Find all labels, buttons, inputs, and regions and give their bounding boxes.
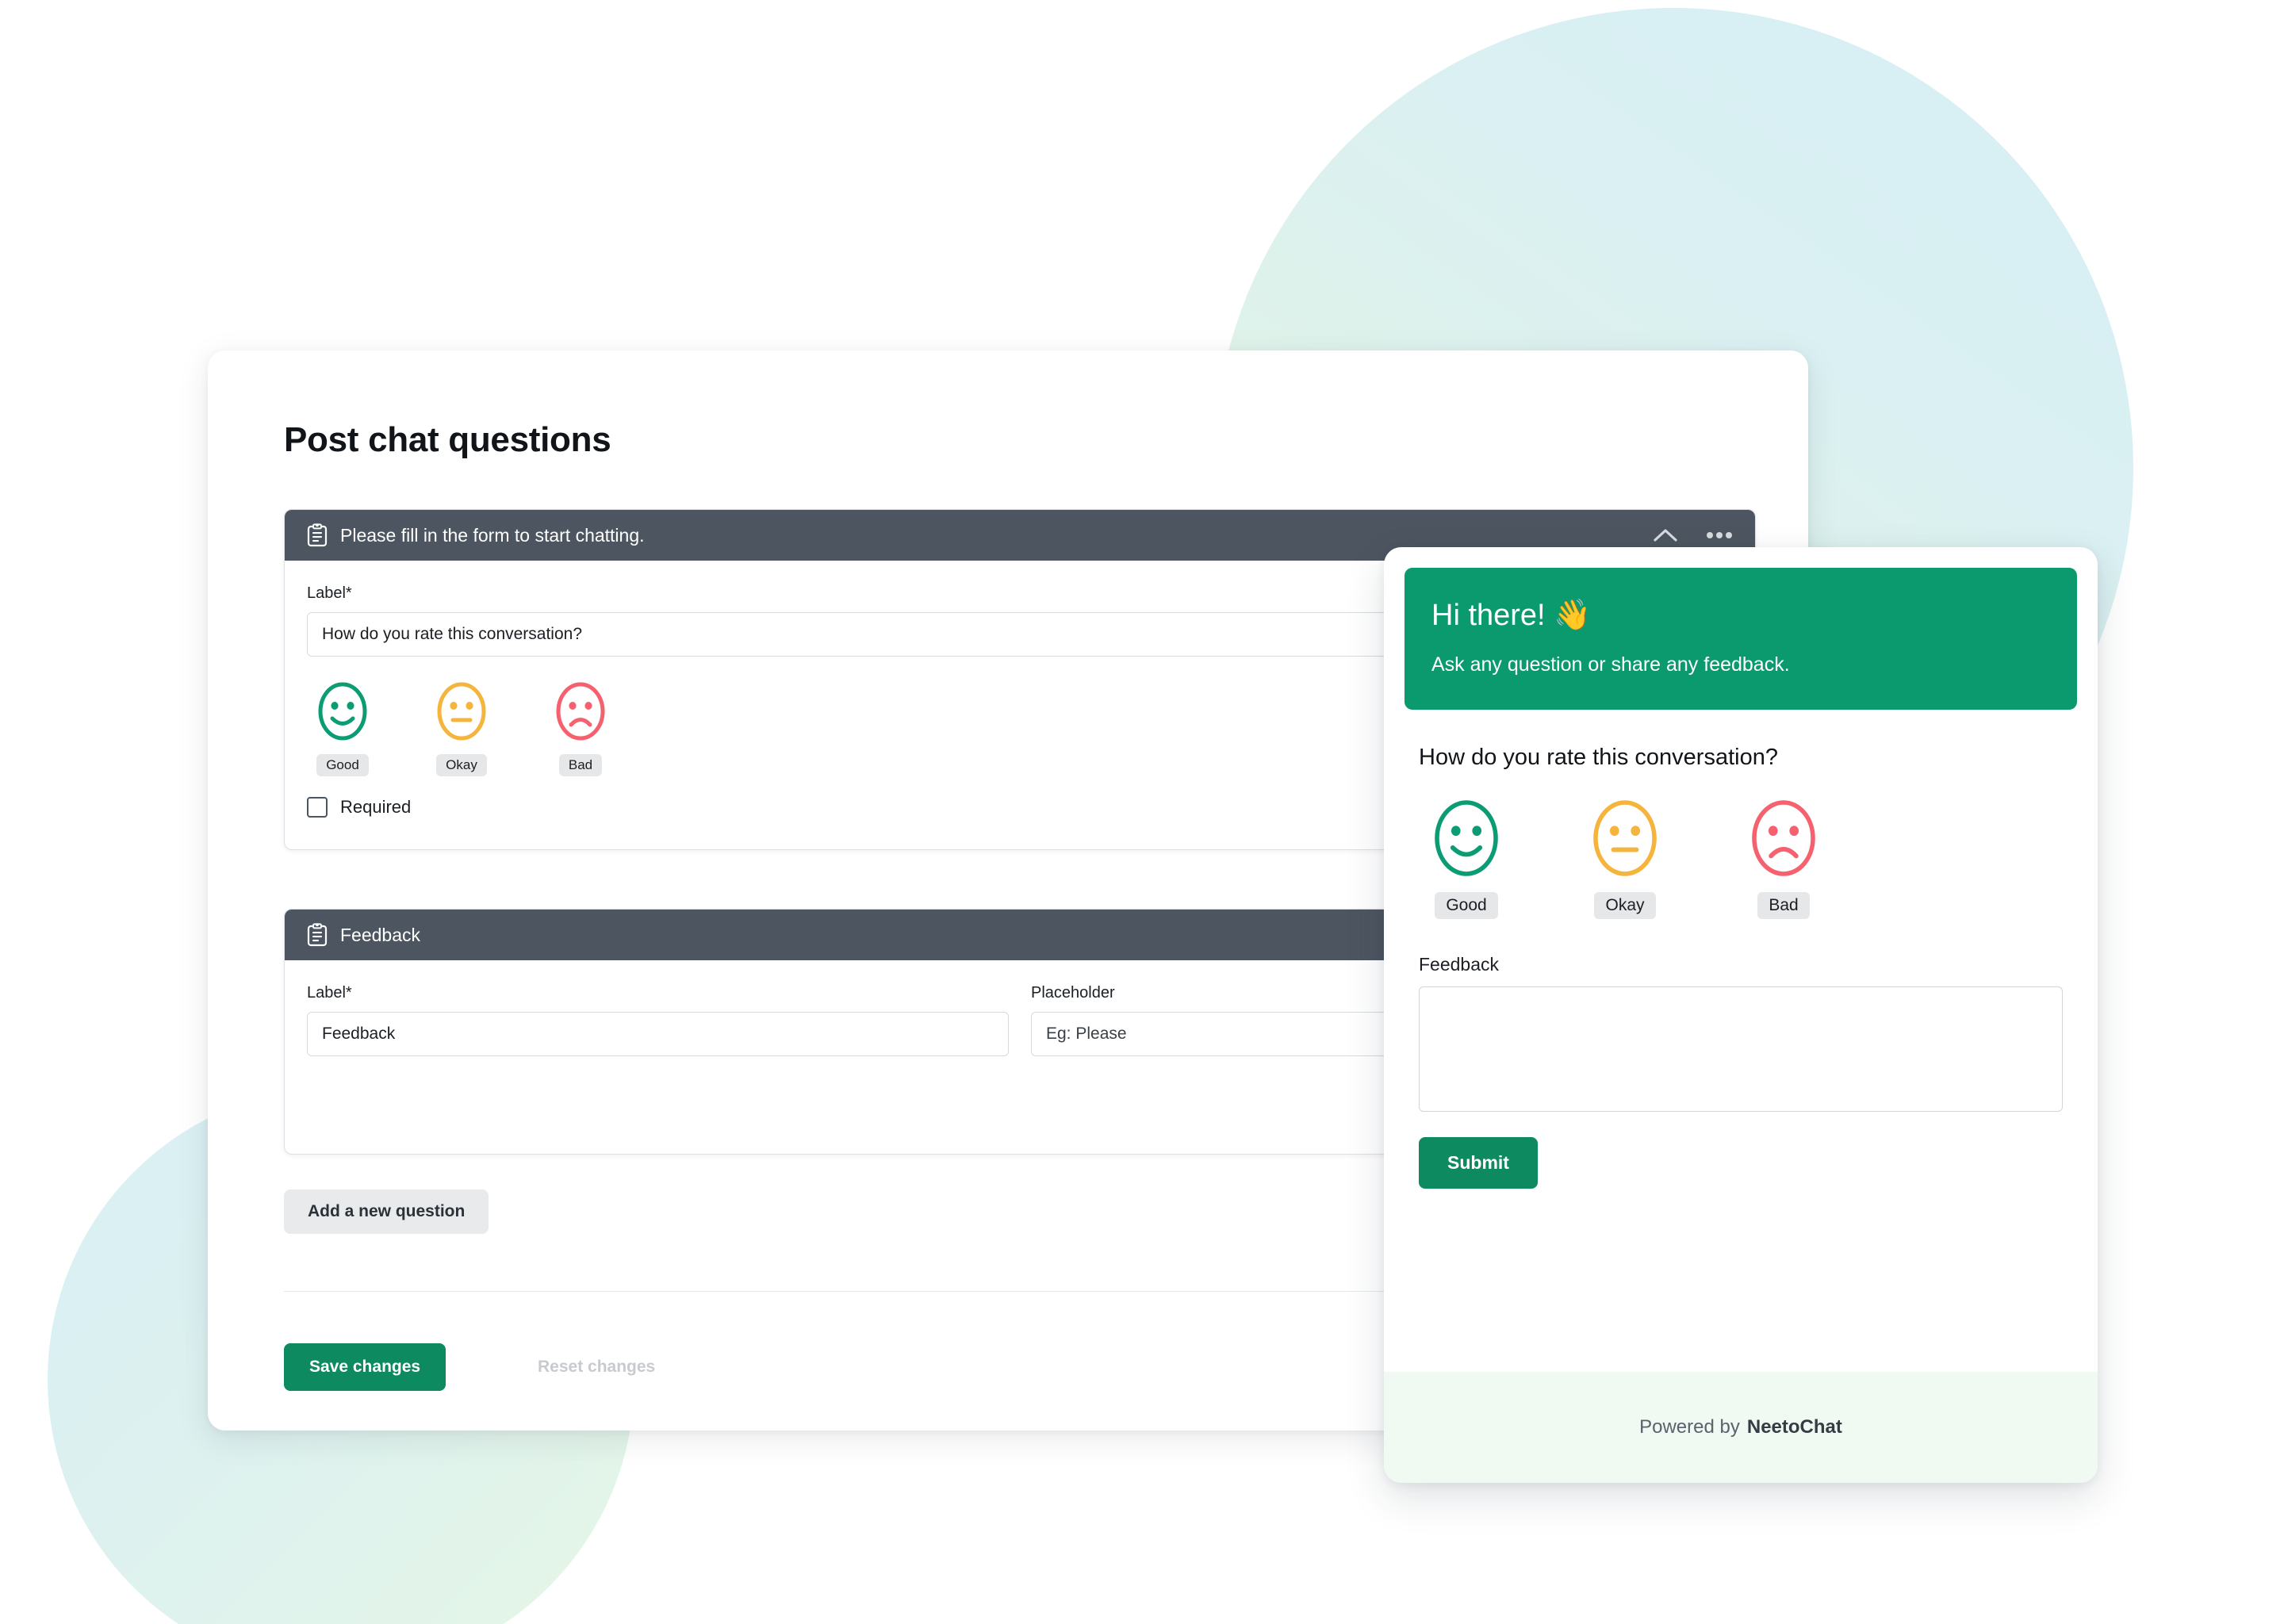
rating-option-okay[interactable]: Okay xyxy=(426,682,497,776)
chevron-up-icon[interactable] xyxy=(1654,528,1677,542)
chat-option-okay-chip: Okay xyxy=(1594,892,1656,919)
smile-sad-icon[interactable] xyxy=(556,682,605,745)
chat-widget-footer: Powered by NeetoChat xyxy=(1384,1372,2098,1483)
feedback-label-field: Label* Feedback xyxy=(307,984,1009,1056)
rating-option-bad-chip: Bad xyxy=(558,754,603,776)
footer-brand: NeetoChat xyxy=(1746,1416,1842,1438)
chat-greeting-banner: Hi there! 👋 Ask any question or share an… xyxy=(1405,568,2077,710)
chat-option-good[interactable]: Good xyxy=(1419,799,1514,919)
rating-option-good[interactable]: Good xyxy=(307,682,378,776)
feedback-label-input[interactable]: Feedback xyxy=(307,1012,1009,1056)
card-header-title: Please fill in the form to start chattin… xyxy=(340,524,645,546)
chat-option-okay[interactable]: Okay xyxy=(1577,799,1673,919)
chat-rating-options-row: Good Okay Bad xyxy=(1419,799,2063,919)
smile-neutral-icon[interactable] xyxy=(1592,799,1657,881)
reset-changes-button[interactable]: Reset changes xyxy=(530,1343,663,1391)
chat-greeting-title: Hi there! 👋 xyxy=(1431,599,1592,632)
save-changes-button[interactable]: Save changes xyxy=(284,1343,446,1391)
clipboard-icon xyxy=(307,923,328,947)
chat-option-bad[interactable]: Bad xyxy=(1736,799,1831,919)
required-checkbox[interactable] xyxy=(307,797,328,818)
card-header-actions xyxy=(1654,528,1733,542)
smile-happy-icon[interactable] xyxy=(1434,799,1499,881)
required-label: Required xyxy=(340,797,412,817)
chat-option-bad-chip: Bad xyxy=(1757,892,1810,919)
feedback-label-caption: Label* xyxy=(307,984,352,1002)
clipboard-icon xyxy=(307,523,328,547)
chat-feedback-textarea[interactable] xyxy=(1419,986,2063,1112)
ellipsis-icon[interactable] xyxy=(1706,531,1733,539)
screenshot-root: Post chat questions Please fill in the f… xyxy=(0,0,2284,1624)
chat-feedback-label: Feedback xyxy=(1419,954,1500,975)
chat-widget-preview: Hi there! 👋 Ask any question or share an… xyxy=(1384,547,2098,1483)
chat-submit-button[interactable]: Submit xyxy=(1419,1137,1538,1189)
rating-option-bad[interactable]: Bad xyxy=(545,682,616,776)
card-header-title: Feedback xyxy=(340,924,421,945)
add-new-question-button[interactable]: Add a new question xyxy=(284,1189,489,1234)
smile-sad-icon[interactable] xyxy=(1751,799,1816,881)
chat-greeting-subtitle: Ask any question or share any feedback. xyxy=(1431,653,1790,676)
smile-happy-icon[interactable] xyxy=(318,682,367,745)
footer-prefix: Powered by xyxy=(1639,1416,1740,1438)
chat-option-good-chip: Good xyxy=(1435,892,1498,919)
chat-widget-body: How do you rate this conversation? Good xyxy=(1384,710,2098,1372)
rating-option-okay-chip: Okay xyxy=(436,754,487,776)
chat-question-text: How do you rate this conversation? xyxy=(1419,745,1778,770)
page-title: Post chat questions xyxy=(284,420,611,459)
rating-option-good-chip: Good xyxy=(316,754,369,776)
smile-neutral-icon[interactable] xyxy=(437,682,486,745)
